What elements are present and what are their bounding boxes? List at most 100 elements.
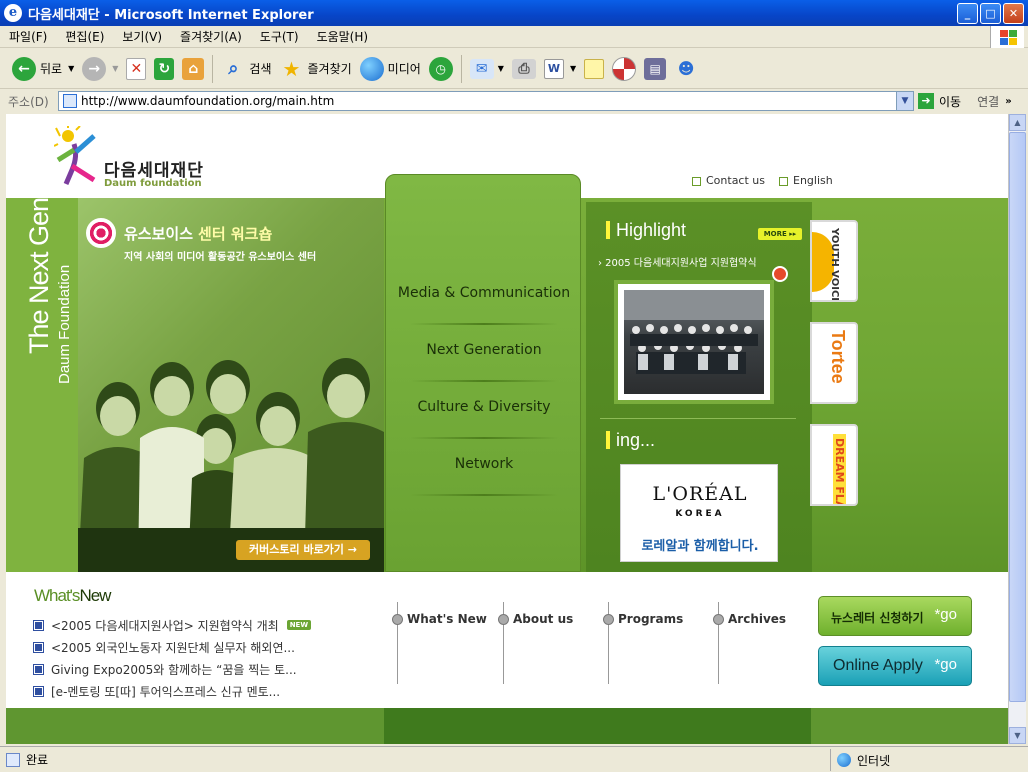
back-label: 뒤로 (40, 62, 63, 76)
page-icon (63, 94, 77, 108)
loreal-logo: L'ORÉAL (652, 483, 748, 505)
edit-dropdown-icon[interactable]: ▼ (570, 64, 576, 73)
search-button[interactable]: ⌕ 검색 (217, 52, 275, 86)
highlight-title: Highlight (606, 220, 686, 241)
back-button[interactable]: ← 뒤로 ▼ (8, 52, 78, 86)
nav-divider (410, 494, 558, 496)
list-item[interactable]: <2005 외국인노동자 지원단체 실무자 해외연... (33, 636, 311, 658)
site-logo[interactable]: 다음세대재단 Daum foundation (54, 126, 224, 190)
stop-button[interactable]: ✕ (122, 52, 150, 86)
bottom-menu-label[interactable]: What's New (407, 612, 487, 626)
bottom-menu-about-us[interactable]: About us (498, 602, 615, 684)
menu-view[interactable]: 보기(V) (113, 28, 171, 45)
youth-voice-banner[interactable]: YOUTH VOICE (810, 220, 858, 302)
word-edit-icon: W (543, 58, 564, 79)
list-item-text[interactable]: <2005 외국인노동자 지원단체 실무자 해외연... (51, 639, 295, 656)
messenger-button[interactable] (608, 52, 640, 86)
internet-globe-icon (837, 753, 851, 767)
scroll-up-icon[interactable]: ▲ (1009, 114, 1026, 131)
menu-dot-icon (392, 614, 403, 625)
forward-button[interactable]: → ▼ (78, 52, 122, 86)
english-link[interactable]: English (779, 174, 833, 187)
people-icon: ☻ (677, 58, 695, 78)
address-url[interactable]: http://www.daumfoundation.org/main.htm (81, 94, 334, 108)
group-photo-image (624, 290, 764, 394)
menu-dot-icon (603, 614, 614, 625)
chevron-right-icon[interactable]: » (1005, 96, 1011, 107)
dream-flash-banner[interactable]: DREAM FLASH (810, 424, 858, 506)
mail-dropdown-icon[interactable]: ▼ (498, 64, 504, 73)
go-button[interactable]: ➜ 이동 (918, 93, 961, 110)
print-button[interactable]: ⎙ (508, 52, 540, 86)
menu-dot-icon (713, 614, 724, 625)
contact-us-link[interactable]: Contact us (692, 174, 765, 187)
address-dropdown-icon[interactable]: ▼ (896, 92, 913, 110)
hero-subtitle: 지역 사회의 미디어 활동공간 유스보이스 센터 (124, 252, 317, 263)
menu-edit[interactable]: 편집(E) (56, 28, 113, 45)
menu-tools[interactable]: 도구(T) (251, 28, 308, 45)
online-apply-button[interactable]: Online Apply *go (818, 646, 972, 686)
loreal-message: 로레알과 함께합니다. (641, 539, 759, 554)
star-icon: ★ (282, 56, 301, 81)
menu-help[interactable]: 도움말(H) (308, 28, 378, 45)
bottom-menu-whats-new[interactable]: What's New (392, 602, 509, 684)
cover-story-link[interactable]: 커버스토리 바로가기 → (236, 540, 370, 560)
more-button[interactable]: MORE ▸▸ (758, 228, 802, 240)
maximize-button[interactable]: □ (980, 3, 1001, 24)
top-links: Contact us English (692, 174, 833, 187)
media-button[interactable]: 미디어 (356, 52, 425, 86)
new-badge: NEW (286, 620, 312, 630)
menu-favorites[interactable]: 즐겨찾기(A) (171, 28, 251, 45)
highlight-item-link[interactable]: › 2005 다음세대지원사업 지원협약식 (598, 254, 757, 269)
scroll-down-icon[interactable]: ▼ (1009, 727, 1026, 744)
home-icon: ⌂ (182, 57, 205, 80)
toolbar-separator (212, 54, 214, 83)
bottom-menu-label[interactable]: About us (513, 612, 573, 626)
favorites-button[interactable]: ★ 즐겨찾기 (276, 52, 356, 86)
nav-media-communication[interactable]: Media & Communication (386, 285, 582, 301)
links-toolbar[interactable]: 연결 (977, 93, 999, 110)
scroll-thumb[interactable] (1009, 132, 1026, 702)
research-icon: ▤ (644, 57, 667, 80)
nav-next-generation[interactable]: Next Generation (386, 342, 582, 358)
list-item[interactable]: [e-멘토링 또[따] 투어익스프레스 신규 멘토... (33, 680, 311, 702)
list-item-text[interactable]: [e-멘토링 또[따] 투어익스프레스 신규 멘토... (51, 683, 280, 700)
discuss-button[interactable] (580, 52, 608, 86)
address-input[interactable]: http://www.daumfoundation.org/main.htm ▼ (58, 91, 914, 111)
history-button[interactable]: ◷ (425, 52, 457, 86)
list-item[interactable]: <2005 다음세대지원사업> 지원협약식 개최 NEW (33, 614, 312, 636)
favorites-label: 즐겨찾기 (307, 62, 352, 76)
media-label: 미디어 (387, 62, 421, 76)
highlight-photo[interactable] (614, 280, 774, 404)
menu-dot-icon (498, 614, 509, 625)
list-item-text[interactable]: Giving Expo2005와 함께하는 “꿈을 찍는 토... (51, 661, 297, 678)
logo-english: Daum foundation (104, 178, 202, 189)
tortee-banner[interactable]: Tortee (810, 322, 858, 404)
vertical-scrollbar[interactable]: ▲ ▼ (1008, 114, 1026, 744)
nav-network[interactable]: Network (386, 456, 582, 472)
loreal-sponsor-banner[interactable]: L'ORÉAL KOREA 로레알과 함께합니다. (620, 464, 778, 562)
forward-dropdown-icon[interactable]: ▼ (112, 64, 118, 73)
back-dropdown-icon[interactable]: ▼ (68, 64, 74, 73)
list-item[interactable]: Giving Expo2005와 함께하는 “꿈을 찍는 토... (33, 658, 311, 680)
edit-button[interactable]: W ▼ (540, 52, 580, 86)
refresh-button[interactable]: ↻ (150, 52, 178, 86)
menu-file[interactable]: 파일(F) (0, 28, 56, 45)
minimize-button[interactable]: _ (957, 3, 978, 24)
bottom-menu-archives[interactable]: Archives (713, 602, 830, 684)
ie-logo-icon: e (4, 4, 22, 22)
newsletter-button[interactable]: 뉴스레터 신청하기 *go (818, 596, 972, 636)
whats-new-title: What'sNew (34, 586, 111, 606)
bottom-menu-label[interactable]: Programs (618, 612, 683, 626)
home-button[interactable]: ⌂ (178, 52, 208, 86)
bottom-menu-label[interactable]: Archives (728, 612, 786, 626)
nav-culture-diversity[interactable]: Culture & Diversity (386, 399, 582, 415)
list-item-text[interactable]: <2005 다음세대지원사업> 지원협약식 개최 (51, 617, 279, 634)
contacts-button[interactable]: ☻ (670, 52, 702, 86)
research-button[interactable]: ▤ (640, 52, 670, 86)
bottom-menu-programs[interactable]: Programs (603, 602, 720, 684)
mail-button[interactable]: ✉ ▼ (466, 52, 508, 86)
target-icon (86, 218, 116, 248)
pushpin-icon (772, 266, 788, 282)
close-button[interactable]: ✕ (1003, 3, 1024, 24)
